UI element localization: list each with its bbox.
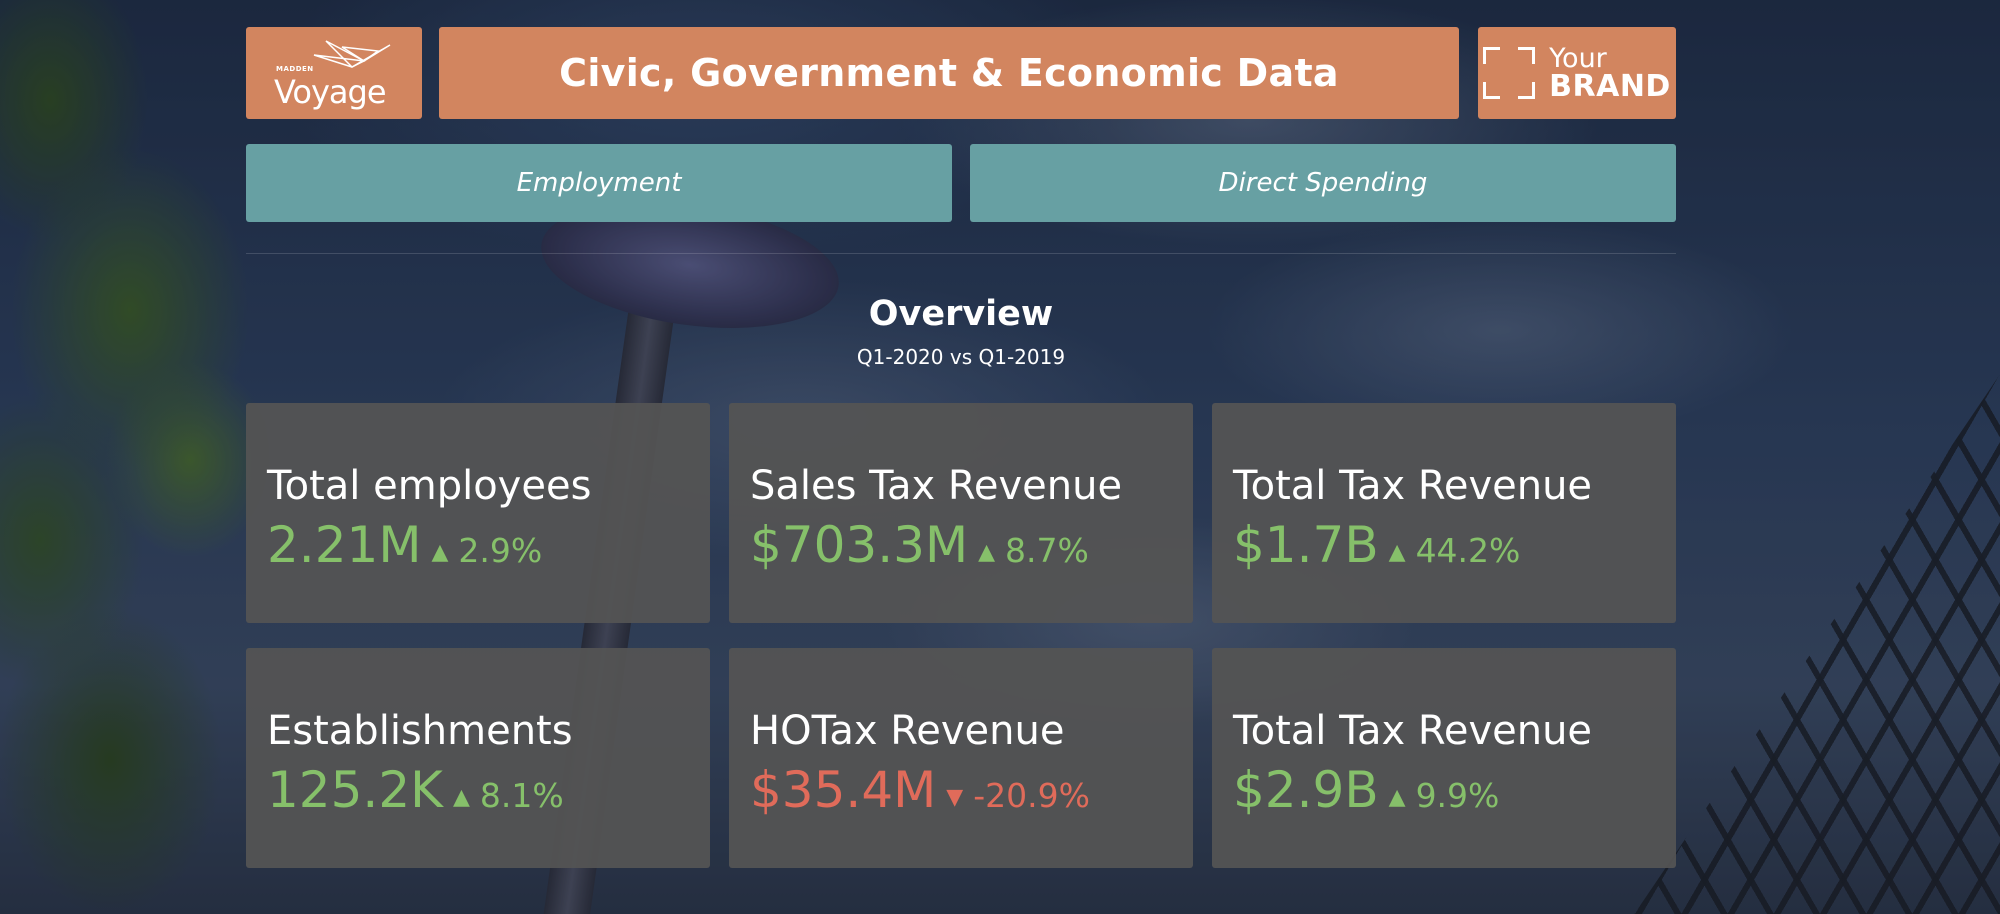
kpi-label: Establishments	[267, 708, 573, 754]
kpi-change: -20.9%	[973, 776, 1090, 815]
kpi-card-hotax-revenue: HOTax Revenue $35.4M ▼ -20.9%	[729, 648, 1193, 868]
dashboard-title-bar: Civic, Government & Economic Data	[439, 27, 1459, 119]
logo-small-text: MADDEN	[276, 65, 314, 73]
kpi-label: Total Tax Revenue	[1233, 708, 1593, 754]
kpi-change: 8.1%	[479, 776, 564, 815]
arrow-up-icon: ▲	[1388, 785, 1406, 810]
your-brand-logo[interactable]: Your BRAND	[1478, 27, 1676, 119]
arrow-down-icon: ▼	[946, 785, 964, 810]
kpi-value-row: $2.9B ▲ 9.9%	[1233, 761, 1499, 819]
kpi-label: Sales Tax Revenue	[750, 463, 1123, 509]
voyage-logo-mark: MADDEN Voyage	[274, 33, 394, 113]
kpi-value: 125.2K	[267, 761, 443, 819]
brand-lockup: Your BRAND	[1483, 45, 1671, 102]
kpi-value-row: $703.3M ▲ 8.7%	[750, 516, 1089, 574]
kpi-change: 2.9%	[458, 531, 543, 570]
kpi-value: $35.4M	[750, 761, 937, 819]
kpi-change: 44.2%	[1415, 531, 1521, 570]
kpi-card-sales-tax-revenue: Sales Tax Revenue $703.3M ▲ 8.7%	[729, 403, 1193, 623]
brand-line-2: BRAND	[1549, 68, 1671, 104]
kpi-value-row: $1.7B ▲ 44.2%	[1233, 516, 1520, 574]
brand-line-1: Your	[1549, 42, 1607, 74]
frame-corners-icon	[1483, 47, 1536, 99]
arrow-up-icon: ▲	[452, 785, 470, 810]
kpi-card-total-tax-revenue-2: Total Tax Revenue $2.9B ▲ 9.9%	[1212, 648, 1676, 868]
kpi-label: Total employees	[267, 463, 592, 509]
kpi-value: $1.7B	[1233, 516, 1379, 574]
brand-text: Your BRAND	[1549, 45, 1671, 102]
kpi-change: 8.7%	[1005, 531, 1089, 570]
tab-direct-spending[interactable]: Direct Spending	[970, 144, 1676, 222]
kpi-label: HOTax Revenue	[750, 708, 1065, 754]
arrow-up-icon: ▲	[1388, 540, 1406, 565]
kpi-card-establishments: Establishments 125.2K ▲ 8.1%	[246, 648, 710, 868]
paper-boat-icon	[313, 40, 391, 68]
kpi-value-row: $35.4M ▼ -20.9%	[750, 761, 1090, 819]
overview-subtitle: Q1-2020 vs Q1-2019	[856, 345, 1066, 369]
kpi-value-row: 125.2K ▲ 8.1%	[267, 761, 564, 819]
kpi-card-total-employees: Total employees 2.21M ▲ 2.9%	[246, 403, 710, 623]
overview-title: Overview	[868, 294, 1054, 334]
voyage-logo[interactable]: MADDEN Voyage	[246, 27, 422, 119]
page-title: Civic, Government & Economic Data	[559, 51, 1339, 95]
tab-employment[interactable]: Employment	[246, 144, 952, 222]
arrow-up-icon: ▲	[978, 540, 996, 565]
divider	[246, 253, 1676, 254]
kpi-label: Total Tax Revenue	[1233, 463, 1593, 509]
arrow-up-icon: ▲	[431, 540, 449, 565]
kpi-value-row: 2.21M ▲ 2.9%	[267, 516, 542, 574]
logo-main-text: Voyage	[274, 73, 387, 111]
kpi-change: 9.9%	[1415, 776, 1500, 815]
kpi-value: $703.3M	[750, 516, 969, 574]
kpi-card-total-tax-revenue: Total Tax Revenue $1.7B ▲ 44.2%	[1212, 403, 1676, 623]
kpi-value: 2.21M	[267, 516, 422, 574]
kpi-value: $2.9B	[1233, 761, 1379, 819]
